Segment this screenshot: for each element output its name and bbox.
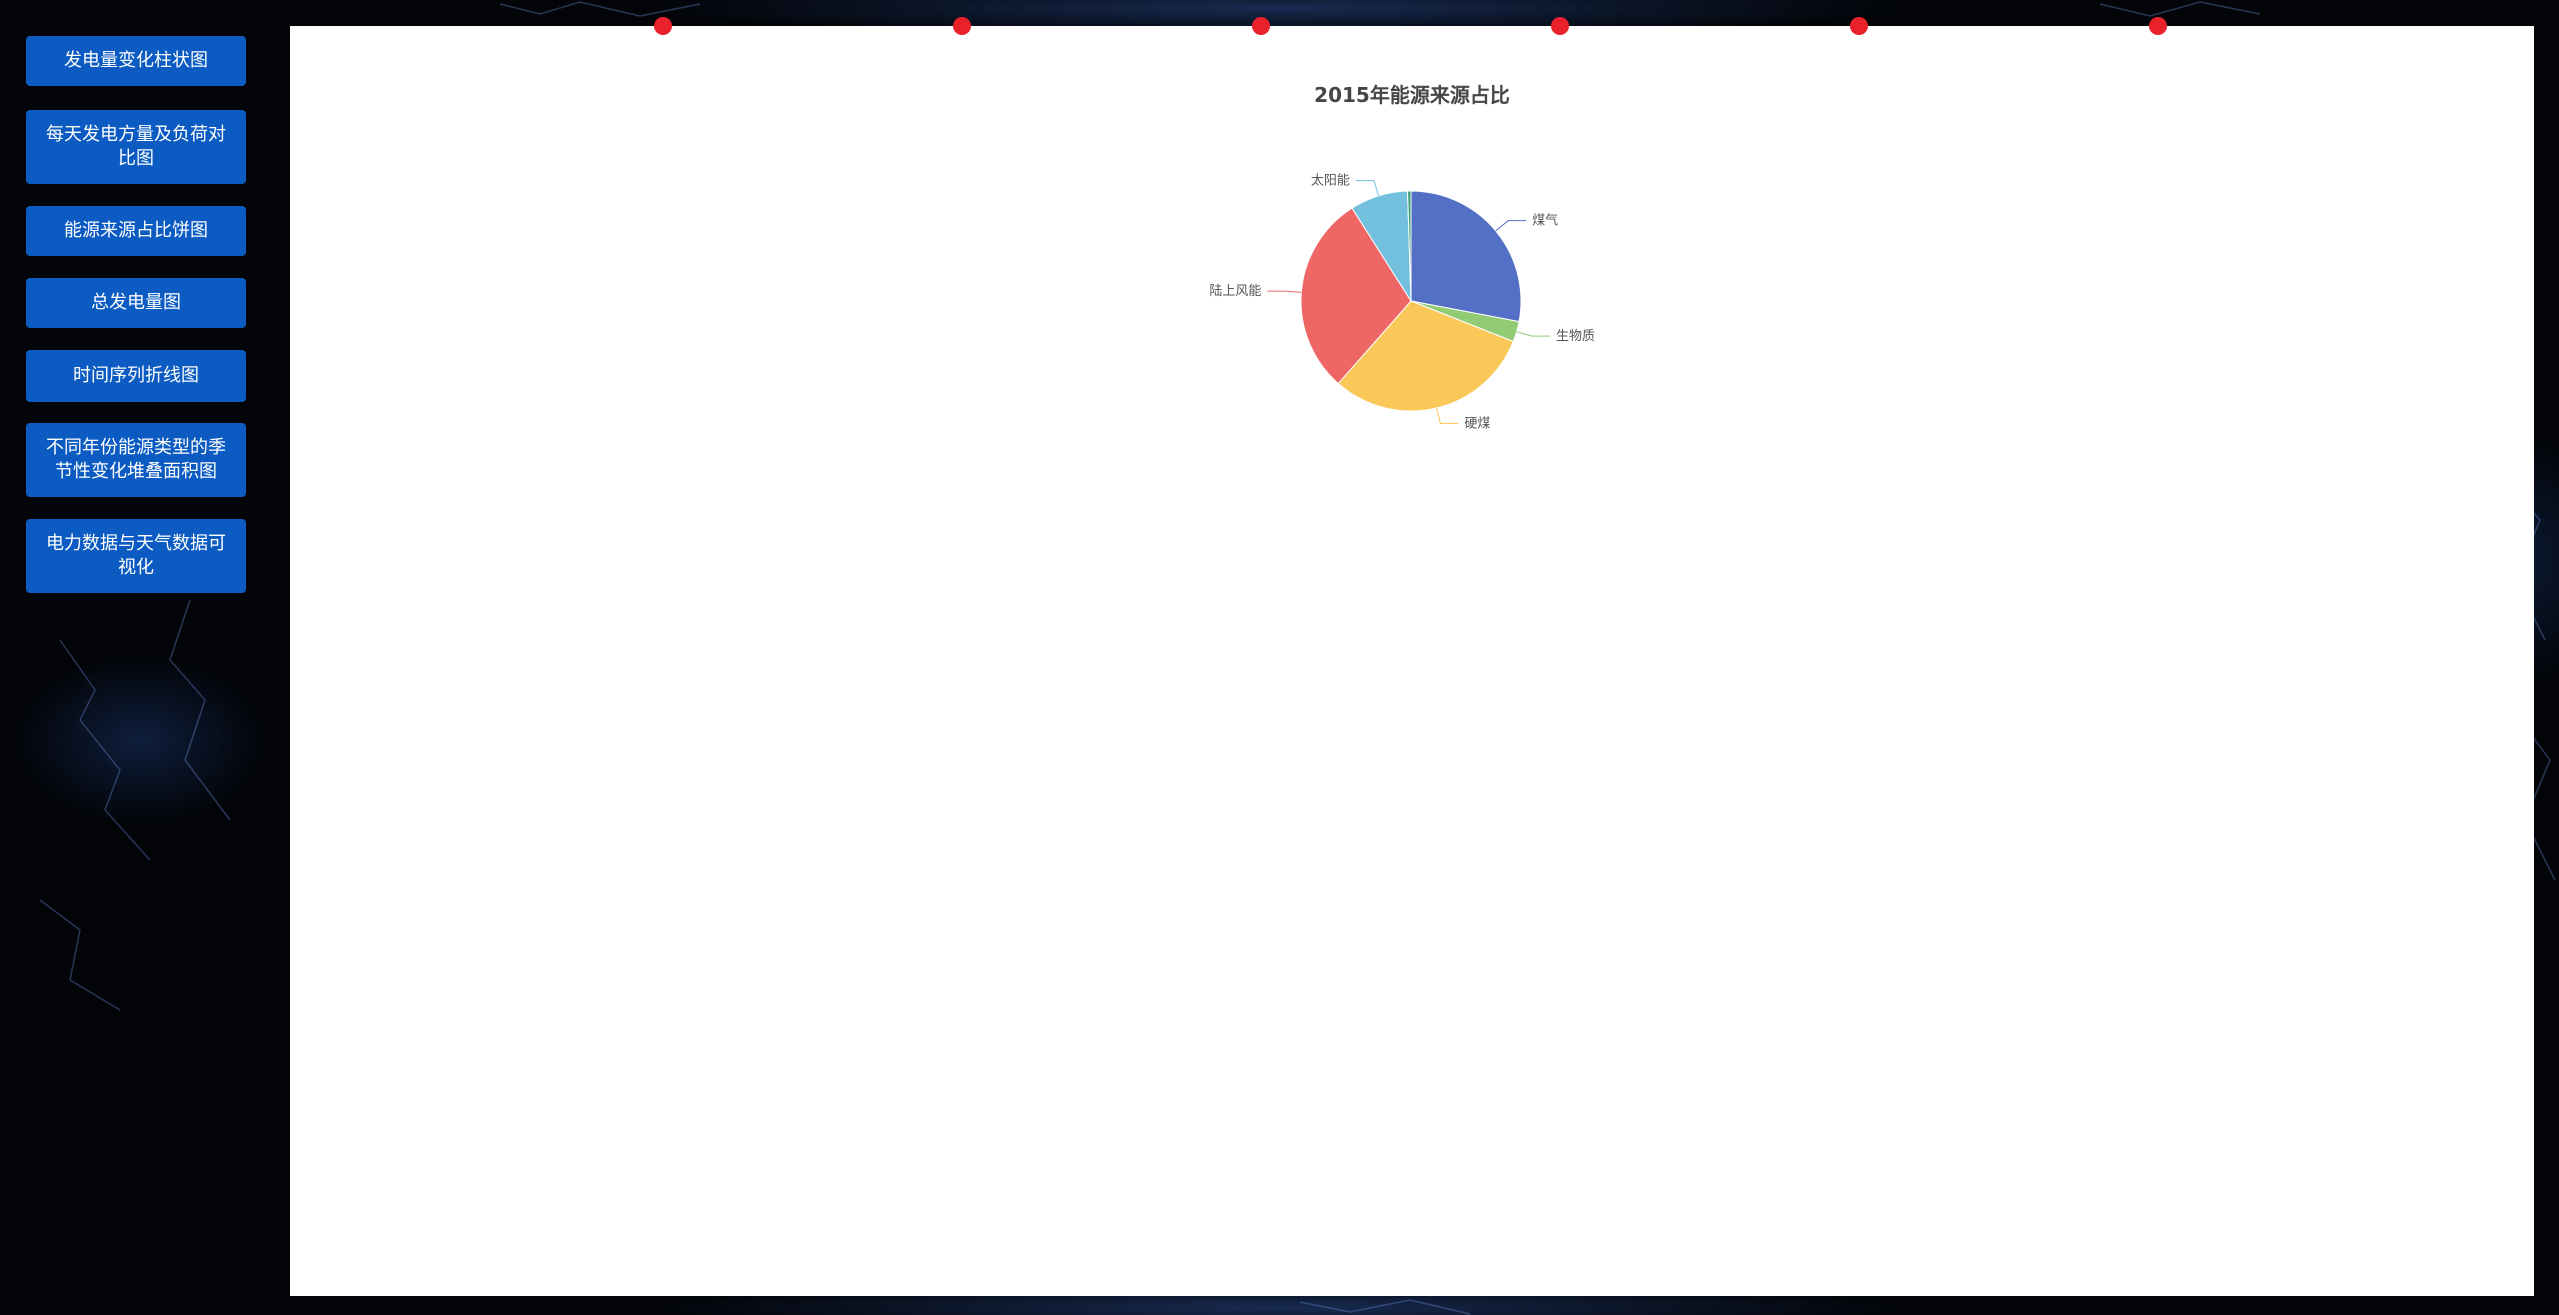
nav-button-power-weather[interactable]: 电力数据与天气数据可视化 — [26, 519, 246, 593]
nav-button-daily-generation-load[interactable]: 每天发电方量及负荷对比图 — [26, 110, 246, 184]
pie-slice[interactable] — [1410, 190, 1522, 323]
nav-button-time-series-line[interactable]: 时间序列折线图 — [26, 350, 246, 402]
slice-label: 生物质 — [1556, 329, 1595, 344]
nav-button-total-generation[interactable]: 总发电量图 — [26, 278, 246, 328]
slice-label-line — [1436, 407, 1459, 425]
chart-title: 2015年能源来源占比 — [1314, 83, 1510, 107]
slice-label-line — [1516, 331, 1550, 337]
pie-slices: 煤气生物质硬煤 陆上风能 太阳能 — [1209, 174, 1595, 432]
slice-label-line — [1355, 180, 1380, 197]
slice-label: 太阳能 — [1311, 174, 1350, 189]
slice-label: 陆上风能 — [1209, 283, 1261, 299]
nav-button-generation-bar-chart[interactable]: 发电量变化柱状图 — [26, 36, 246, 86]
slice-label: 煤气 — [1532, 213, 1558, 229]
chart-panel: 2015年能源来源占比 煤气生物质硬煤 陆上风能 太阳能 — [290, 17, 2534, 1296]
slice-label: 硬煤 — [1464, 417, 1490, 432]
app-root: 发电量变化柱状图 每天发电方量及负荷对比图 能源来源占比饼图 总发电量图 时间序… — [0, 0, 2559, 1315]
nav-button-energy-source-pie[interactable]: 能源来源占比饼图 — [26, 206, 246, 256]
nav-button-seasonal-stacked-area[interactable]: 不同年份能源类型的季节性变化堆叠面积图 — [26, 423, 246, 497]
slice-label-line — [1495, 220, 1527, 232]
pie-chart: 2015年能源来源占比 煤气生物质硬煤 陆上风能 太阳能 — [1209, 83, 1595, 432]
slice-label-line — [1267, 290, 1302, 293]
